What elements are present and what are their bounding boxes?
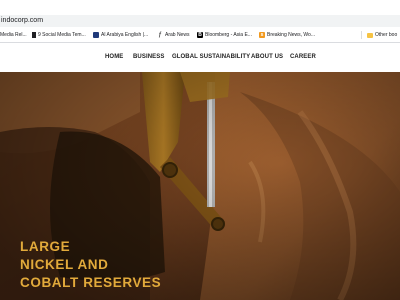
nav-career[interactable]: CAREER	[290, 54, 316, 60]
nav-business[interactable]: BUSINESS	[133, 54, 164, 60]
hero-headline-line-1: LARGE	[20, 239, 71, 254]
other-bookmarks[interactable]: Other boo	[367, 28, 397, 42]
hero-headline-line-2: NICKEL AND	[20, 257, 109, 272]
bookmark-label: Media Rel...	[0, 32, 27, 38]
bloomberg-icon: B	[197, 32, 203, 38]
arab-news-icon: ƒ	[158, 32, 162, 38]
hero-headline: LARGE NICKEL AND COBALT RESERVES	[20, 238, 161, 292]
alarabiya-icon	[93, 32, 99, 38]
bookmark-label: 9 Social Media Tem...	[38, 32, 86, 38]
nav-home[interactable]: HOME	[105, 54, 123, 60]
bookmark-arab-news[interactable]: ƒ Arab News	[157, 28, 189, 42]
url-text[interactable]: indocorp.com	[1, 15, 43, 27]
bookmark-bloomberg[interactable]: B Bloomberg - Asia E...	[197, 28, 252, 42]
bookmark-label: Breaking News, Wo...	[267, 32, 315, 38]
nav-about-us[interactable]: ABOUT US	[251, 54, 283, 60]
document-icon	[32, 32, 36, 38]
bookmark-label: Al Arabiya English |...	[101, 32, 149, 38]
nav-global-sustainability[interactable]: GLOBAL SUSTAINABILITY	[172, 54, 250, 60]
bookmark-breaking-news[interactable]: s Breaking News, Wo...	[259, 28, 315, 42]
bookmark-label: Bloomberg - Asia E...	[205, 32, 252, 38]
hero-banner: LARGE NICKEL AND COBALT RESERVES	[0, 72, 400, 300]
folder-icon	[367, 32, 373, 38]
bookmarks-bar: Media Rel... 9 Social Media Tem... Al Ar…	[0, 28, 400, 43]
bookmark-media-relations[interactable]: Media Rel...	[0, 28, 27, 42]
bookmark-social-media[interactable]: 9 Social Media Tem...	[32, 28, 86, 42]
other-bookmarks-label: Other boo	[375, 32, 398, 38]
browser-address-bar: indocorp.com	[0, 0, 400, 28]
hero-headline-line-3: COBALT RESERVES	[20, 275, 162, 290]
bookmark-label: Arab News	[165, 32, 190, 38]
site-navigation: HOME BUSINESS GLOBAL SUSTAINABILITY ABOU…	[0, 43, 400, 72]
url-field[interactable]	[0, 15, 400, 27]
bookmarks-divider	[361, 31, 362, 39]
breaking-news-icon: s	[259, 32, 265, 38]
bookmark-al-arabiya[interactable]: Al Arabiya English |...	[93, 28, 148, 42]
